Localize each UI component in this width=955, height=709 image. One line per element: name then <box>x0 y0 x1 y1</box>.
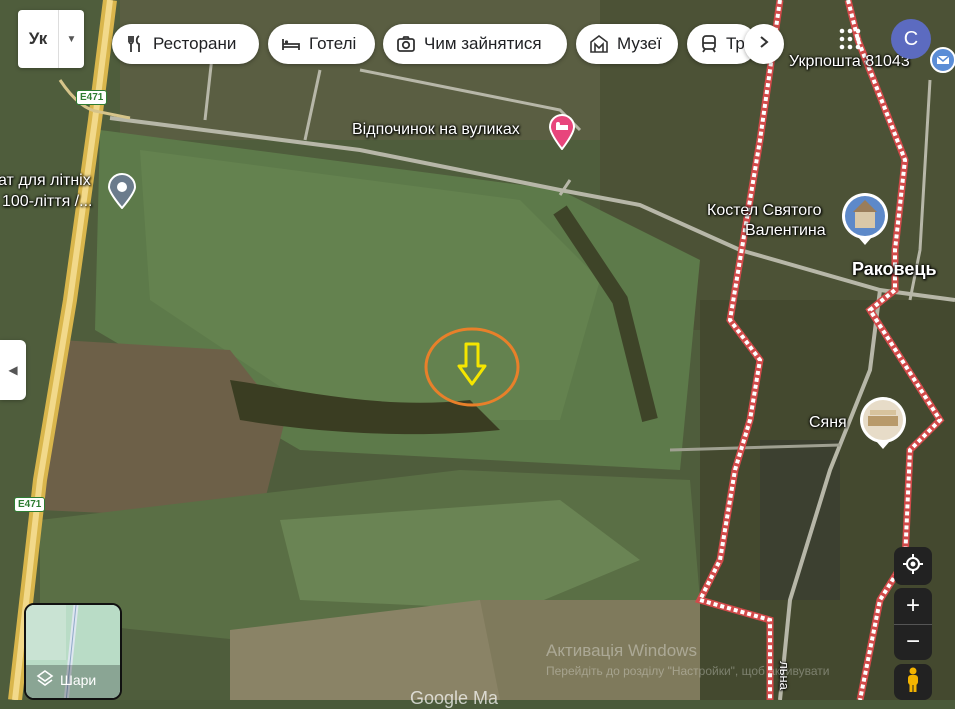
windows-activation-subtitle: Перейдіть до розділу "Настройки", щоб ак… <box>546 664 830 678</box>
chevron-down-icon: ▼ <box>66 33 77 45</box>
chip-transit-label: Тр <box>726 34 745 53</box>
chip-restaurants[interactable]: Ресторани <box>112 24 259 64</box>
zoom-control: + − <box>894 588 932 660</box>
place-label-church-line1[interactable]: Костел Святого <box>707 202 821 220</box>
pegman-icon <box>906 667 920 698</box>
bed-icon <box>280 33 302 55</box>
zoom-in-button[interactable]: + <box>894 588 932 625</box>
chip-restaurants-label: Ресторани <box>153 34 237 53</box>
my-location-button[interactable] <box>894 547 932 585</box>
chevron-right-icon <box>757 35 771 54</box>
minus-icon: − <box>905 628 920 656</box>
church-photo-pin-icon[interactable] <box>840 192 890 251</box>
plus-icon: + <box>905 591 920 619</box>
zoom-out-button[interactable]: − <box>894 625 932 661</box>
place-label-apiary[interactable]: Відпочинок на вуликах <box>352 121 520 139</box>
layers-label-row: Шари <box>36 669 96 690</box>
apps-grid-icon[interactable] <box>836 25 864 53</box>
user-avatar[interactable]: С <box>891 19 931 59</box>
chip-museums-label: Музеї <box>617 34 662 53</box>
layers-stack-icon <box>36 669 54 690</box>
place-label-church-line2[interactable]: Валентина <box>745 222 826 240</box>
street-view-pegman-button[interactable] <box>894 664 932 700</box>
chip-things-to-do[interactable]: Чим зайнятися <box>383 24 567 64</box>
chip-hotels-label: Готелі <box>309 34 357 53</box>
village-label[interactable]: Раковець <box>852 259 937 280</box>
place-label-left-line2[interactable]: 100-ліття /... <box>2 193 92 211</box>
train-icon <box>699 33 719 55</box>
place-label-ukrposhta[interactable]: Укрпошта 81043 <box>789 53 910 71</box>
chips-next-button[interactable] <box>744 24 784 64</box>
satellite-map[interactable] <box>0 0 955 700</box>
crosshair-icon <box>902 553 924 580</box>
collapse-panel-button[interactable]: ◀ <box>0 340 26 400</box>
google-logo-fragment: Google Ma <box>410 688 499 708</box>
camera-icon <box>395 33 417 55</box>
place-label-syanya[interactable]: Сяня <box>809 414 847 432</box>
place-label-left-line1[interactable]: ат для літніх <box>0 172 91 190</box>
layers-label: Шари <box>60 671 97 688</box>
museum-icon <box>588 33 610 55</box>
place-pin-icon[interactable] <box>107 173 137 214</box>
post-office-pin-icon[interactable] <box>930 47 955 78</box>
chevron-left-icon: ◀ <box>8 363 18 377</box>
fork-knife-icon <box>124 33 146 55</box>
language-selector[interactable]: Ук ▼ <box>18 10 84 68</box>
chip-museums[interactable]: Музеї <box>576 24 678 64</box>
hotel-pin-icon[interactable] <box>548 114 576 155</box>
venue-photo-pin-icon[interactable] <box>858 396 908 455</box>
layers-button[interactable]: Шари <box>24 603 122 700</box>
chip-things-to-do-label: Чим зайнятися <box>424 34 542 53</box>
chip-hotels[interactable]: Готелі <box>268 24 375 64</box>
windows-activation-title: Активація Windows <box>546 641 697 660</box>
road-shield-e471-top: E471 <box>76 90 108 105</box>
road-shield-e471-bottom: E471 <box>14 497 46 512</box>
language-label: Ук <box>28 29 48 48</box>
